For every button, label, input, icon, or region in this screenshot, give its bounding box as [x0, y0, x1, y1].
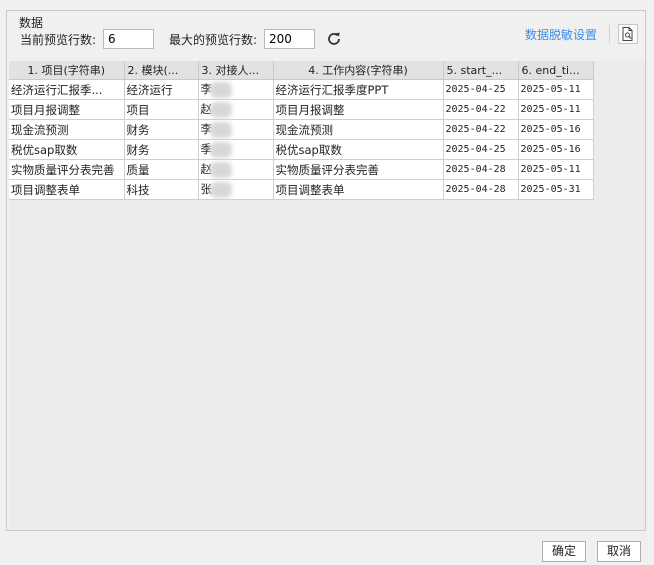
max-preview-input[interactable]	[264, 29, 315, 49]
table-cell: 2025-05-16	[518, 119, 594, 140]
table-cell: 2025-04-25	[443, 79, 519, 100]
redacted-blur	[210, 101, 232, 118]
ok-button[interactable]: 确定	[542, 541, 586, 562]
table-row[interactable]: 经济运行汇报季... 经济运行 李 经济运行汇报季度PPT 2025-04-25…	[9, 79, 594, 100]
table-cell: 实物质量评分表完善	[273, 159, 444, 180]
table-cell: 税优sap取数	[273, 139, 444, 160]
table-cell: 科技	[124, 179, 199, 200]
column-header[interactable]: 3. 对接人...	[198, 61, 274, 80]
column-header[interactable]: 6. end_ti...	[518, 61, 594, 80]
table-cell: 质量	[124, 159, 199, 180]
redacted-blur	[210, 81, 232, 98]
group-title: 数据	[17, 14, 46, 31]
table-cell: 财务	[124, 119, 199, 140]
table-cell: 2025-04-28	[443, 179, 519, 200]
table-cell: 2025-04-22	[443, 99, 519, 120]
table-cell: 2025-05-11	[518, 99, 594, 120]
redacted-blur	[210, 161, 232, 178]
table-cell: 李	[198, 79, 274, 100]
current-preview-input[interactable]	[103, 29, 154, 49]
document-search-icon	[622, 27, 633, 41]
toolbar-divider	[609, 25, 610, 43]
current-preview-label: 当前预览行数:	[20, 33, 97, 47]
data-table: 1. 项目(字符串) 2. 模块(... 3. 对接人... 4. 工作内容(字…	[9, 61, 594, 200]
table-cell: 2025-05-11	[518, 79, 594, 100]
table-cell: 赵	[198, 99, 274, 120]
redacted-blur	[210, 181, 232, 198]
table-cell: 现金流预测	[9, 119, 125, 140]
table-row[interactable]: 项目月报调整 项目 赵 项目月报调整 2025-04-22 2025-05-11	[9, 99, 594, 120]
table-row[interactable]: 税优sap取数 财务 季 税优sap取数 2025-04-25 2025-05-…	[9, 139, 594, 160]
table-row[interactable]: 项目调整表单 科技 张 项目调整表单 2025-04-28 2025-05-31	[9, 179, 594, 200]
column-header[interactable]: 4. 工作内容(字符串)	[273, 61, 444, 80]
table-header-row: 1. 项目(字符串) 2. 模块(... 3. 对接人... 4. 工作内容(字…	[9, 61, 594, 80]
column-header[interactable]: 2. 模块(...	[124, 61, 199, 80]
table-cell: 2025-04-25	[443, 139, 519, 160]
table-cell: 2025-04-28	[443, 159, 519, 180]
table-cell: 税优sap取数	[9, 139, 125, 160]
table-cell: 经济运行汇报季度PPT	[273, 79, 444, 100]
table-cell: 经济运行	[124, 79, 199, 100]
cancel-button[interactable]: 取消	[597, 541, 641, 562]
preview-document-button[interactable]	[618, 24, 638, 44]
table-cell: 2025-05-31	[518, 179, 594, 200]
table-cell: 2025-04-22	[443, 119, 519, 140]
table-row[interactable]: 实物质量评分表完善 质量 赵 实物质量评分表完善 2025-04-28 2025…	[9, 159, 594, 180]
table-cell: 项目调整表单	[273, 179, 444, 200]
table-cell: 李	[198, 119, 274, 140]
max-preview-label: 最大的预览行数:	[169, 33, 258, 47]
column-header[interactable]: 5. start_...	[443, 61, 519, 80]
table-cell: 项目	[124, 99, 199, 120]
desensitize-settings-link[interactable]: 数据脱敏设置	[525, 26, 597, 43]
column-header[interactable]: 1. 项目(字符串)	[9, 61, 125, 80]
data-preview-grid[interactable]: 1. 项目(字符串) 2. 模块(... 3. 对接人... 4. 工作内容(字…	[9, 61, 645, 530]
table-cell: 现金流预测	[273, 119, 444, 140]
table-cell: 2025-05-11	[518, 159, 594, 180]
refresh-icon[interactable]	[325, 30, 343, 48]
table-cell: 实物质量评分表完善	[9, 159, 125, 180]
table-cell: 项目调整表单	[9, 179, 125, 200]
table-cell: 季	[198, 139, 274, 160]
table-cell: 张	[198, 179, 274, 200]
table-cell: 赵	[198, 159, 274, 180]
table-cell: 项目月报调整	[9, 99, 125, 120]
table-row[interactable]: 现金流预测 财务 李 现金流预测 2025-04-22 2025-05-16	[9, 119, 594, 140]
redacted-blur	[210, 121, 232, 138]
table-cell: 2025-05-16	[518, 139, 594, 160]
table-cell: 项目月报调整	[273, 99, 444, 120]
table-cell: 经济运行汇报季...	[9, 79, 125, 100]
table-cell: 财务	[124, 139, 199, 160]
redacted-blur	[210, 141, 232, 158]
